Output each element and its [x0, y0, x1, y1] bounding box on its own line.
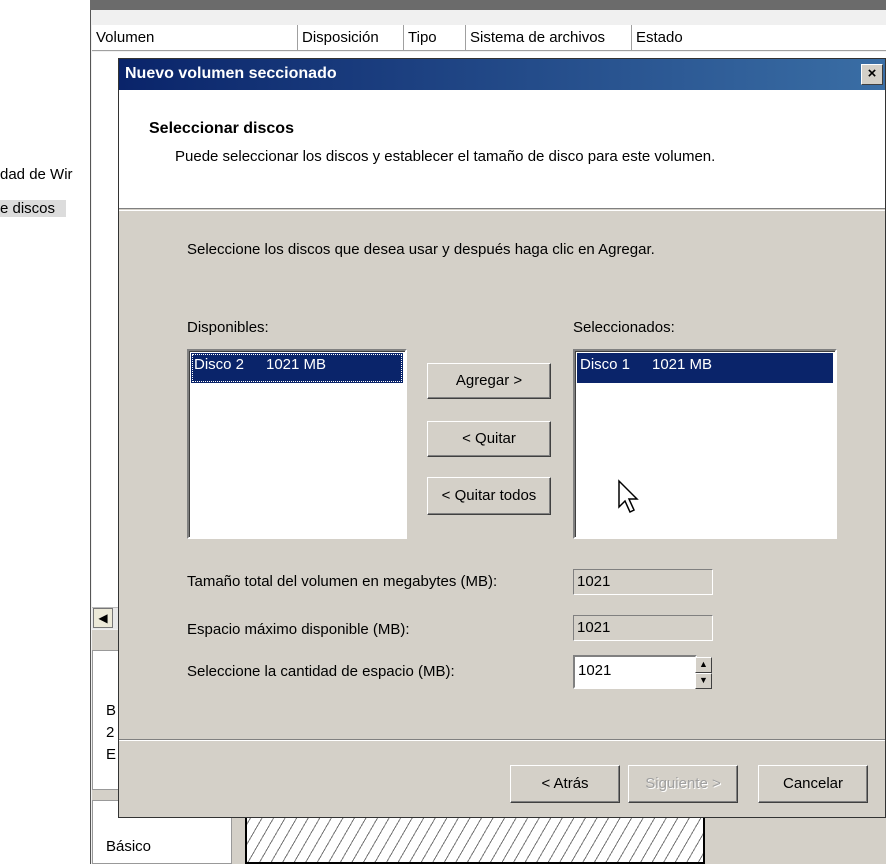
tree-item-disk-management[interactable]: e discos: [0, 200, 66, 217]
disk-1-status: E: [106, 746, 117, 763]
disk-name: Disco 2: [194, 356, 245, 373]
add-button[interactable]: Agregar >: [427, 363, 551, 399]
disk-name: Disco 1: [580, 356, 631, 373]
footer-divider: [119, 739, 885, 741]
console-toolbar-edge: [90, 0, 886, 10]
disk-size: 1021 MB: [266, 356, 327, 373]
volume-list-header: Volumen Disposición Tipo Sistema de arch…: [92, 25, 886, 51]
column-tipo[interactable]: Tipo: [404, 25, 466, 51]
total-size-label: Tamaño total del volumen en megabytes (M…: [187, 573, 498, 590]
list-item[interactable]: Disco 2 1021 MB: [191, 353, 403, 383]
cancel-button[interactable]: Cancelar: [758, 765, 868, 803]
available-label: Disponibles:: [187, 319, 269, 336]
total-size-field: 1021: [573, 569, 713, 595]
header-divider: [119, 210, 885, 211]
remove-button[interactable]: < Quitar: [427, 421, 551, 457]
dialog-titlebar[interactable]: Nuevo volumen seccionado ×: [119, 59, 885, 90]
wizard-step-description: Puede seleccionar los discos y establece…: [175, 148, 716, 165]
scroll-left-icon[interactable]: ◀: [93, 608, 113, 628]
back-button[interactable]: < Atrás: [510, 765, 620, 803]
column-sistema-archivos[interactable]: Sistema de archivos: [466, 25, 632, 51]
selected-label: Seleccionados:: [573, 319, 675, 336]
console-tree-pane: [0, 0, 90, 864]
close-icon[interactable]: ×: [861, 64, 883, 85]
dialog-title: Nuevo volumen seccionado: [125, 65, 337, 82]
list-item[interactable]: Disco 1 1021 MB: [577, 353, 833, 383]
next-button[interactable]: Siguiente >: [628, 765, 738, 803]
disk-size: 1021 MB: [652, 356, 713, 373]
disk-2-type: Básico: [106, 838, 152, 855]
selected-disks-list[interactable]: Disco 1 1021 MB: [573, 349, 837, 539]
wizard-header: Seleccionar discos Puede seleccionar los…: [119, 90, 885, 209]
instruction-text: Seleccione los discos que desea usar y d…: [187, 241, 655, 258]
tree-item-storage[interactable]: dad de Wir: [0, 166, 90, 183]
amount-input[interactable]: 1021: [573, 655, 697, 689]
mouse-cursor-icon: [618, 479, 639, 514]
amount-label: Seleccione la cantidad de espacio (MB):: [187, 663, 455, 680]
max-space-label: Espacio máximo disponible (MB):: [187, 621, 410, 638]
disk-1-type: B: [106, 702, 117, 719]
new-striped-volume-dialog: Nuevo volumen seccionado × Seleccionar d…: [118, 58, 886, 818]
max-space-field: 1021: [573, 615, 713, 641]
wizard-step-title: Seleccionar discos: [149, 120, 294, 137]
spin-down-icon[interactable]: ▼: [695, 673, 712, 689]
column-disposicion[interactable]: Disposición: [298, 25, 404, 51]
column-volumen[interactable]: Volumen: [92, 25, 298, 51]
remove-all-button[interactable]: < Quitar todos: [427, 477, 551, 515]
available-disks-list[interactable]: Disco 2 1021 MB: [187, 349, 407, 539]
column-estado[interactable]: Estado: [632, 25, 886, 51]
spin-up-icon[interactable]: ▲: [695, 657, 712, 673]
disk-1-size: 2: [106, 724, 115, 741]
